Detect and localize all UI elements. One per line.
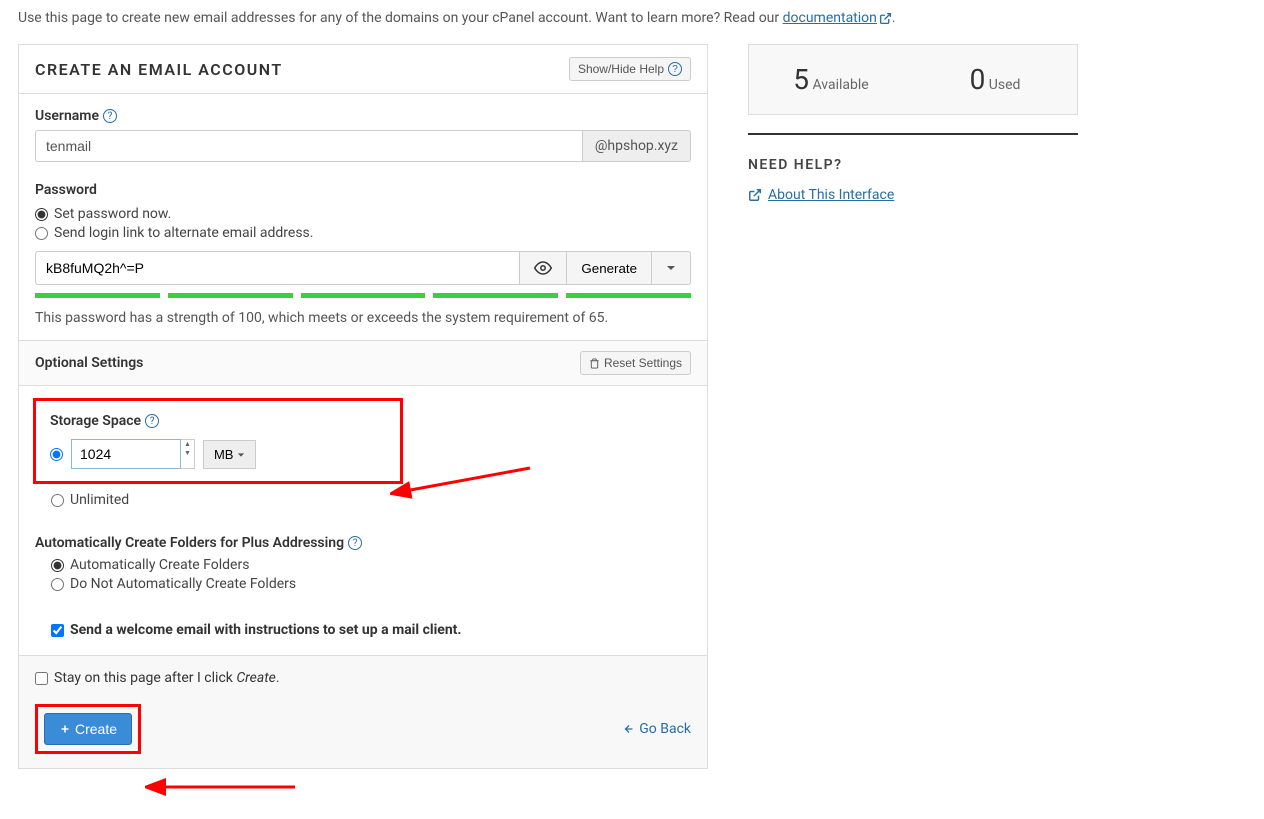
optional-settings-title: Optional Settings: [35, 355, 143, 371]
set-password-now-option[interactable]: Set password now.: [35, 206, 691, 222]
arrow-left-icon: [623, 723, 635, 735]
reset-settings-button[interactable]: Reset Settings: [580, 351, 691, 375]
caret-down-icon: [237, 451, 245, 459]
password-strength-meter: [35, 293, 691, 298]
need-help-title: NEED HELP?: [748, 157, 1078, 173]
generate-password-button[interactable]: Generate: [567, 251, 652, 285]
unlimited-radio[interactable]: [51, 494, 64, 507]
caret-down-icon: [666, 263, 676, 273]
storage-highlight-annotation: Storage Space ? ▲▼ MB: [33, 398, 403, 484]
available-count: 5: [793, 63, 809, 96]
intro-text: Use this page to create new email addres…: [18, 10, 1246, 26]
storage-custom-radio[interactable]: [50, 448, 63, 461]
toggle-password-visibility-button[interactable]: [520, 251, 567, 285]
create-button[interactable]: Create: [44, 713, 132, 745]
help-icon: ?: [668, 62, 682, 76]
show-hide-help-button[interactable]: Show/Hide Help ?: [569, 57, 691, 81]
send-link-radio[interactable]: [35, 227, 48, 240]
password-strength-text: This password has a strength of 100, whi…: [35, 310, 691, 326]
password-label: Password: [35, 182, 691, 198]
password-input[interactable]: [35, 251, 520, 285]
used-label: Used: [989, 77, 1021, 93]
panel-title: CREATE AN EMAIL ACCOUNT: [35, 60, 283, 79]
go-back-link[interactable]: Go Back: [623, 721, 691, 737]
send-login-link-option[interactable]: Send login link to alternate email addre…: [35, 225, 691, 241]
no-auto-create-folders-option[interactable]: Do Not Automatically Create Folders: [51, 576, 691, 592]
help-icon[interactable]: ?: [145, 414, 159, 428]
set-password-radio[interactable]: [35, 208, 48, 221]
eye-icon: [534, 259, 552, 277]
external-link-icon: [879, 12, 892, 25]
create-highlight-annotation: Create: [35, 704, 141, 754]
generate-dropdown-button[interactable]: [652, 251, 691, 285]
help-icon[interactable]: ?: [348, 536, 362, 550]
about-interface-link[interactable]: About This Interface: [748, 187, 894, 203]
folders-label: Automatically Create Folders for Plus Ad…: [35, 535, 691, 551]
email-stats: 5 Available 0 Used: [748, 44, 1078, 115]
documentation-link[interactable]: documentation: [783, 10, 892, 26]
welcome-email-option[interactable]: Send a welcome email with instructions t…: [51, 622, 691, 638]
trash-icon: [589, 358, 600, 369]
storage-value-input[interactable]: [71, 439, 181, 469]
domain-addon: @hpshop.xyz: [583, 130, 691, 162]
username-label: Username ?: [35, 108, 691, 124]
auto-create-radio[interactable]: [51, 559, 64, 572]
plus-icon: [59, 723, 71, 735]
stepper-control[interactable]: ▲▼: [181, 439, 195, 469]
no-auto-create-radio[interactable]: [51, 578, 64, 591]
annotation-arrow-create: [145, 775, 305, 799]
unlimited-option[interactable]: Unlimited: [51, 492, 691, 508]
storage-unit-dropdown[interactable]: MB: [203, 440, 256, 469]
welcome-email-checkbox[interactable]: [51, 624, 64, 637]
help-icon[interactable]: ?: [103, 109, 117, 123]
stay-on-page-option[interactable]: Stay on this page after I click Create.: [35, 670, 691, 686]
stay-checkbox[interactable]: [35, 672, 48, 685]
external-link-icon: [748, 188, 762, 202]
auto-create-folders-option[interactable]: Automatically Create Folders: [51, 557, 691, 573]
used-count: 0: [970, 63, 986, 96]
create-email-panel: CREATE AN EMAIL ACCOUNT Show/Hide Help ?…: [18, 44, 708, 769]
storage-space-label: Storage Space ?: [50, 413, 386, 429]
username-input[interactable]: [35, 130, 583, 162]
available-label: Available: [813, 77, 869, 93]
